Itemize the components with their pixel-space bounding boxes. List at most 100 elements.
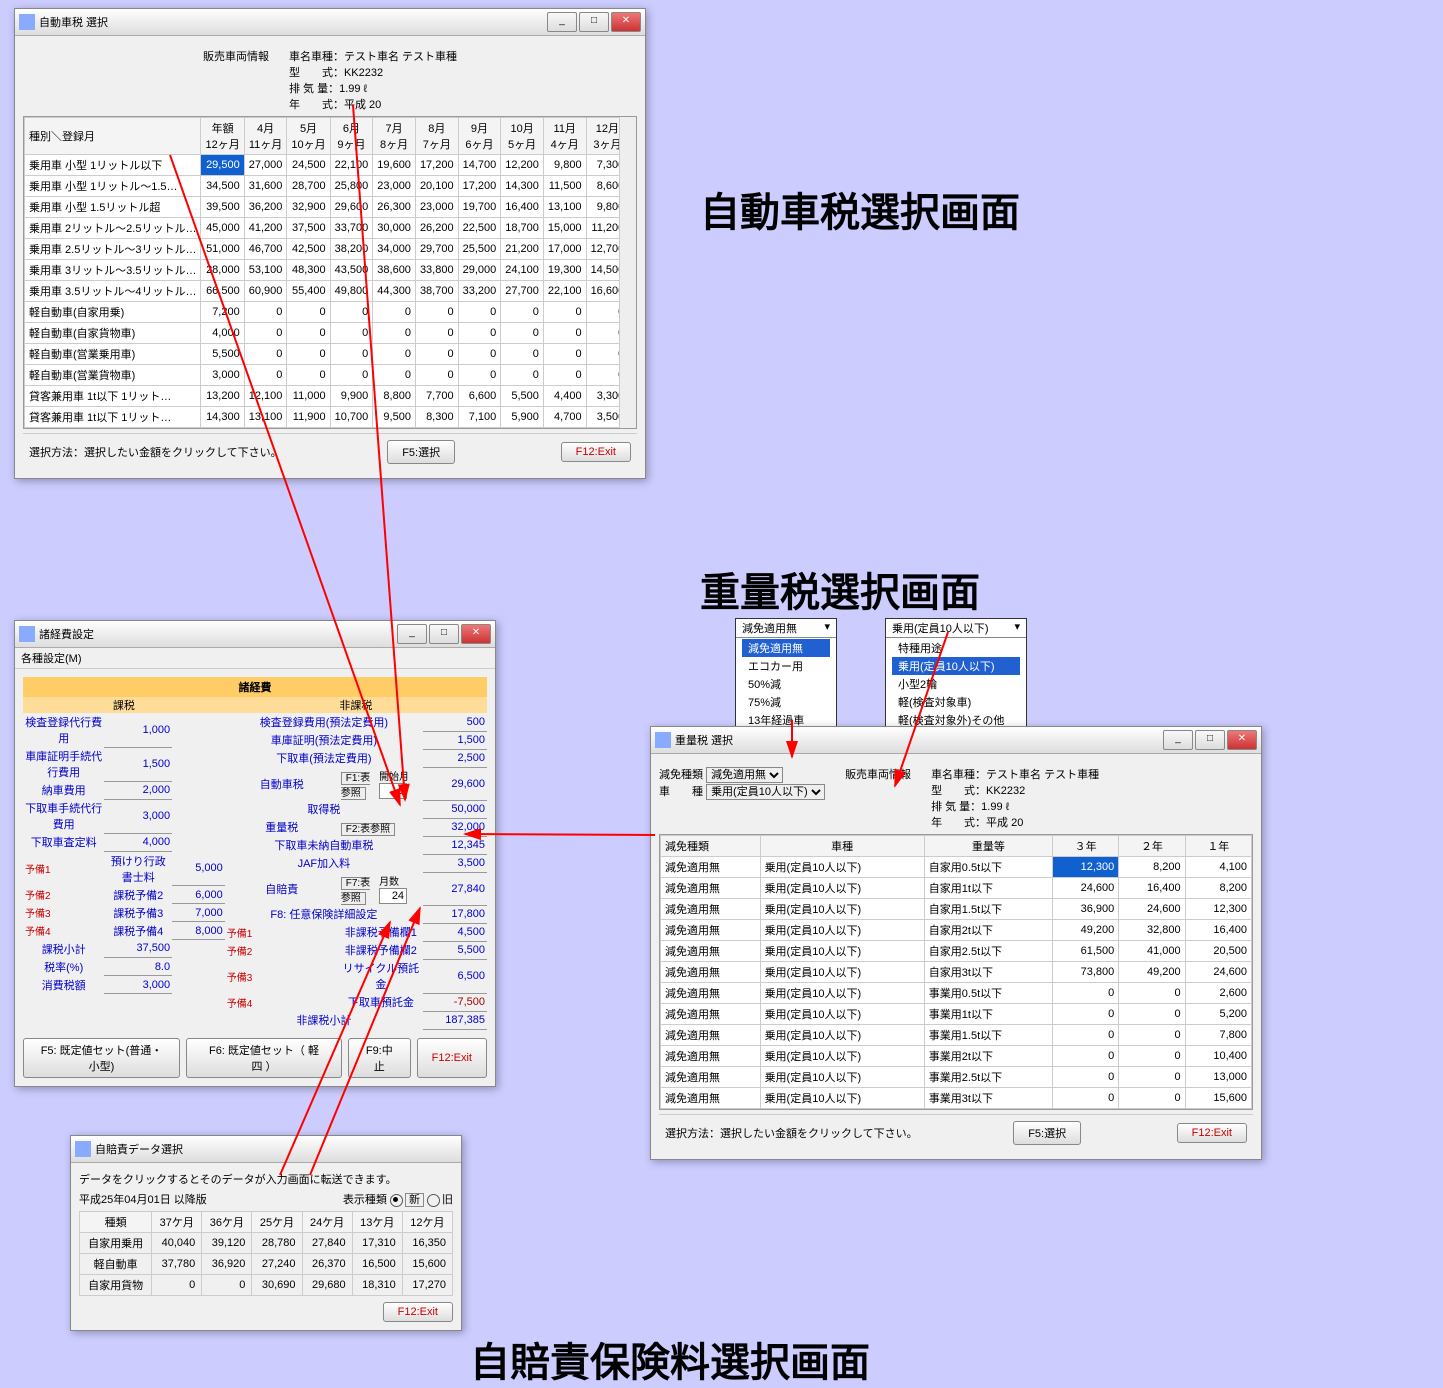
cell[interactable]: 4,100 xyxy=(1185,857,1251,878)
cell[interactable]: 12,300 xyxy=(1185,899,1251,920)
cell[interactable]: 0 xyxy=(1119,983,1185,1004)
cell[interactable]: 22,100 xyxy=(330,155,373,176)
cell[interactable]: 0 xyxy=(244,344,287,365)
radio-new[interactable] xyxy=(390,1194,403,1207)
f12-exit-button[interactable]: F12:Exit xyxy=(1177,1123,1247,1143)
table-row[interactable]: 減免適用無乗用(定員10人以下)自家用1.5t以下36,90024,60012,… xyxy=(661,899,1252,920)
cell[interactable]: 33,200 xyxy=(458,281,501,302)
cell[interactable]: 14,700 xyxy=(458,155,501,176)
table-row[interactable]: 減免適用無乗用(定員10人以下)自家用2.5t以下61,50041,00020,… xyxy=(661,941,1252,962)
cell[interactable]: 減免適用無 xyxy=(661,962,761,983)
ref-button[interactable]: F7:表参照 xyxy=(341,877,370,905)
fee-label[interactable]: 下取車預託金 xyxy=(339,993,423,1011)
cell[interactable]: 16,400 xyxy=(1185,920,1251,941)
cell[interactable]: 24,500 xyxy=(287,155,330,176)
cell[interactable]: 9,900 xyxy=(330,386,373,407)
cell[interactable]: 17,310 xyxy=(352,1233,402,1254)
cell[interactable]: 8,200 xyxy=(1119,857,1185,878)
table-row[interactable]: 減免適用無乗用(定員10人以下)事業用0.5t以下002,600 xyxy=(661,983,1252,1004)
cell[interactable]: 7,800 xyxy=(1185,1025,1251,1046)
table-row[interactable]: 減免適用無乗用(定員10人以下)事業用2.5t以下0013,000 xyxy=(661,1067,1252,1088)
cell[interactable]: 24,600 xyxy=(1119,899,1185,920)
cell[interactable]: 0 xyxy=(458,365,501,386)
cell[interactable]: 0 xyxy=(543,302,586,323)
minimize-button[interactable]: _ xyxy=(547,12,577,32)
cell[interactable]: 12,200 xyxy=(501,155,544,176)
cell[interactable]: 22,500 xyxy=(458,218,501,239)
table-row[interactable]: 減免適用無乗用(定員10人以下)自家用1t以下24,60016,4008,200 xyxy=(661,878,1252,899)
table-row[interactable]: 乗用車 小型 1.5リットル超39,50036,20032,90029,6002… xyxy=(25,197,637,218)
table-row[interactable]: 減免適用無乗用(定員10人以下)事業用1.5t以下007,800 xyxy=(661,1025,1252,1046)
cell[interactable]: 61,500 xyxy=(1052,941,1118,962)
cell[interactable]: 14,300 xyxy=(501,176,544,197)
cell[interactable]: 16,400 xyxy=(501,197,544,218)
minimize-button[interactable]: _ xyxy=(397,624,427,644)
cell[interactable]: 24,600 xyxy=(1052,878,1118,899)
cell[interactable]: 0 xyxy=(373,365,416,386)
cell[interactable]: 23,000 xyxy=(373,176,416,197)
cell[interactable]: 31,600 xyxy=(244,176,287,197)
cell[interactable]: 44,300 xyxy=(373,281,416,302)
cell[interactable]: 0 xyxy=(152,1275,202,1296)
cell[interactable]: 39,500 xyxy=(201,197,244,218)
cell[interactable]: 0 xyxy=(373,323,416,344)
cell[interactable]: 自家用乗用 xyxy=(80,1233,152,1254)
cell[interactable]: 18,700 xyxy=(501,218,544,239)
cell[interactable]: 事業用0.5t以下 xyxy=(924,983,1052,1004)
cell[interactable]: 32,900 xyxy=(287,197,330,218)
f12-exit-button[interactable]: F12:Exit xyxy=(417,1038,487,1078)
fee-value[interactable]: 6,000 xyxy=(172,886,225,904)
cell[interactable]: 乗用(定員10人以下) xyxy=(760,878,924,899)
fee-value[interactable]: 3,000 xyxy=(104,799,172,833)
cell[interactable]: 乗用(定員10人以下) xyxy=(760,1025,924,1046)
table-row[interactable]: 乗用車 小型 1リットル～1.5…34,50031,60028,70025,80… xyxy=(25,176,637,197)
chevron-down-icon[interactable]: ▾ xyxy=(824,620,830,636)
cell[interactable]: 17,000 xyxy=(543,239,586,260)
cell[interactable]: 自家用2.5t以下 xyxy=(924,941,1052,962)
table-row[interactable]: 減免適用無乗用(定員10人以下)自家用2t以下49,20032,80016,40… xyxy=(661,920,1252,941)
close-button[interactable]: ✕ xyxy=(461,624,491,644)
maximize-button[interactable]: □ xyxy=(579,12,609,32)
cell[interactable]: 減免適用無 xyxy=(661,1088,761,1109)
cell[interactable]: 53,100 xyxy=(244,260,287,281)
cell[interactable]: 0 xyxy=(1052,1067,1118,1088)
cell[interactable]: 0 xyxy=(415,323,458,344)
cell[interactable]: 6,600 xyxy=(458,386,501,407)
cell[interactable]: 36,200 xyxy=(244,197,287,218)
cell[interactable]: 軽自動車(営業乗用車) xyxy=(25,344,201,365)
f6-default-button[interactable]: F6: 既定値セット（ 軽 四 ） xyxy=(186,1038,342,1078)
cell[interactable]: 4,400 xyxy=(543,386,586,407)
cell[interactable]: 38,700 xyxy=(415,281,458,302)
cell[interactable]: 減免適用無 xyxy=(661,1067,761,1088)
cell[interactable]: 73,800 xyxy=(1052,962,1118,983)
table-row[interactable]: 軽自動車(営業貨物車)3,00000000000000 xyxy=(25,365,637,386)
table-row[interactable]: 乗用車 2リットル～2.5リットル…45,00041,20037,50033,7… xyxy=(25,218,637,239)
cell[interactable]: 乗用(定員10人以下) xyxy=(760,1067,924,1088)
cell[interactable]: 減免適用無 xyxy=(661,857,761,878)
cell[interactable]: 0 xyxy=(458,323,501,344)
cell[interactable]: 49,200 xyxy=(1052,920,1118,941)
cell[interactable]: 25,800 xyxy=(330,176,373,197)
cell[interactable]: 0 xyxy=(202,1275,252,1296)
cell[interactable]: 38,600 xyxy=(373,260,416,281)
maximize-button[interactable]: □ xyxy=(1195,730,1225,750)
cell[interactable]: 15,600 xyxy=(1185,1088,1251,1109)
cell[interactable]: 13,100 xyxy=(543,197,586,218)
cell[interactable]: 24,600 xyxy=(1185,962,1251,983)
cell[interactable]: 乗用(定員10人以下) xyxy=(760,1004,924,1025)
cell[interactable]: 軽自動車(自家貨物車) xyxy=(25,323,201,344)
type-select[interactable]: 乗用(定員10人以下) xyxy=(706,784,825,800)
cell[interactable]: 25,500 xyxy=(458,239,501,260)
cell[interactable]: 29,680 xyxy=(302,1275,352,1296)
cell[interactable]: 29,600 xyxy=(330,197,373,218)
cell[interactable]: 27,000 xyxy=(244,155,287,176)
cell[interactable]: 減免適用無 xyxy=(661,920,761,941)
cell[interactable]: 0 xyxy=(543,323,586,344)
fee-label[interactable]: 課税予備3 xyxy=(104,904,172,922)
cell[interactable]: 16,500 xyxy=(352,1254,402,1275)
cell[interactable]: 0 xyxy=(330,344,373,365)
cell[interactable]: 乗用車 小型 1リットル以下 xyxy=(25,155,201,176)
fee-label[interactable]: 非課税予備欄1 xyxy=(339,923,423,941)
cell[interactable]: 48,300 xyxy=(287,260,330,281)
cell[interactable]: 0 xyxy=(330,302,373,323)
